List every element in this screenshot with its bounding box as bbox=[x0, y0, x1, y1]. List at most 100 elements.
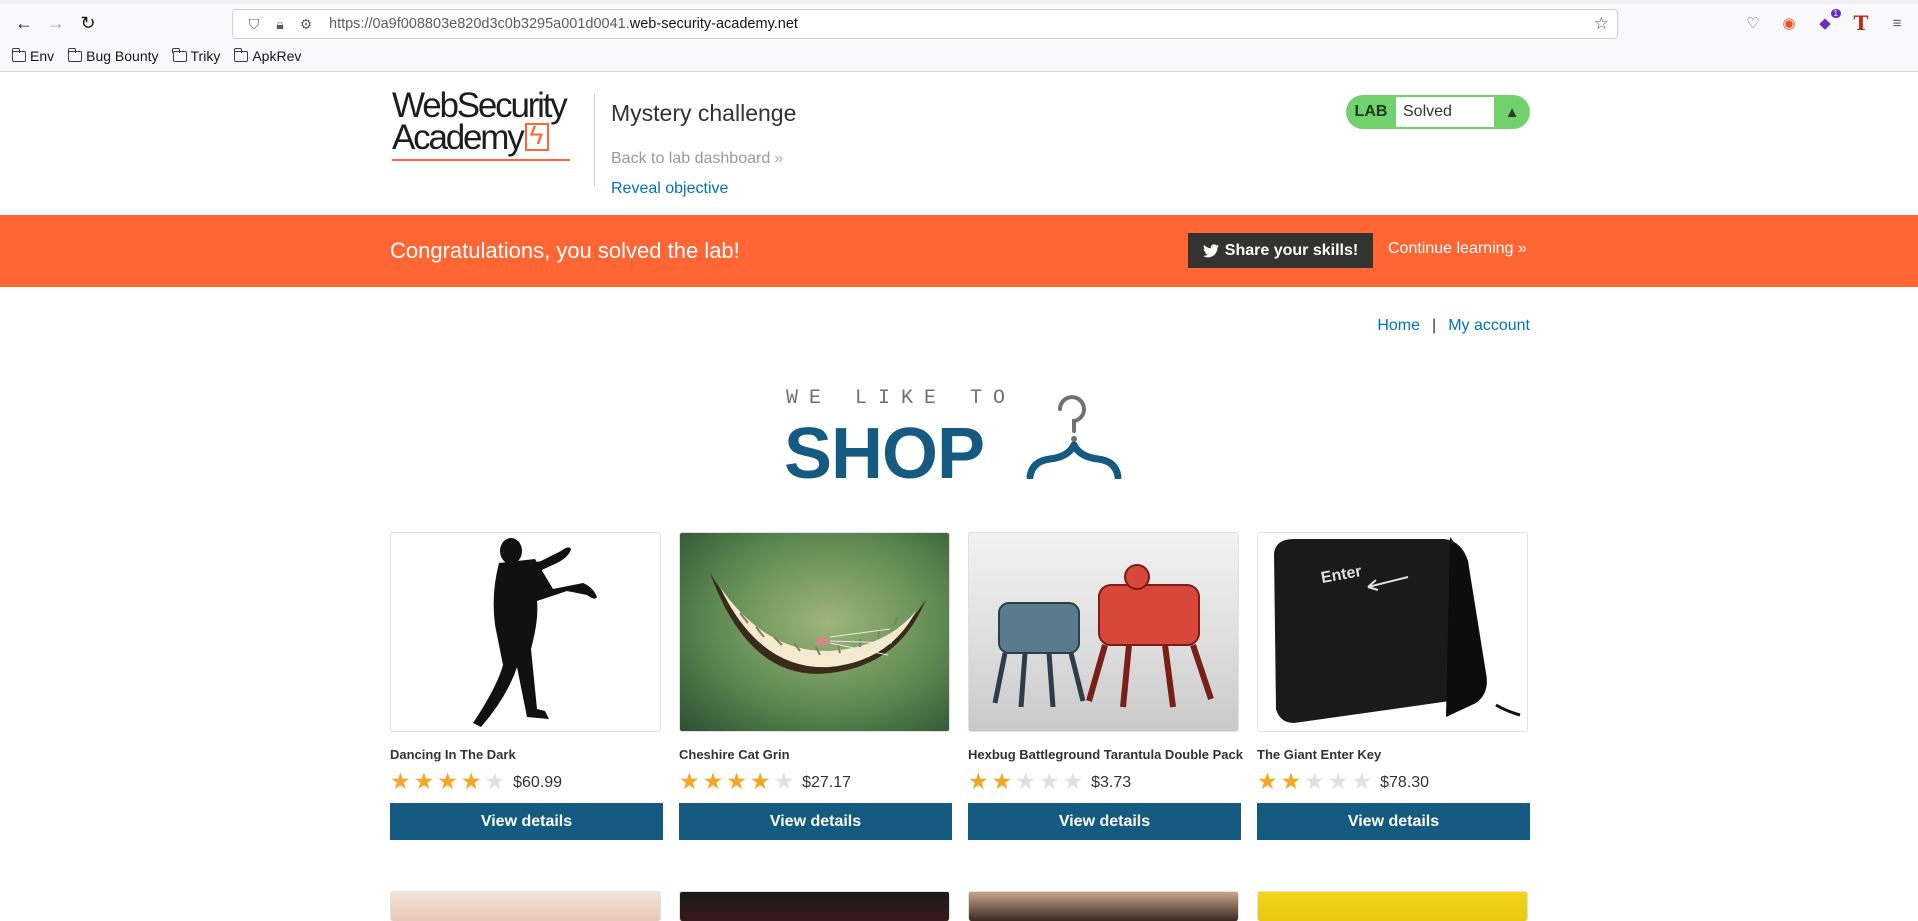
double-chevron-icon: » bbox=[774, 150, 784, 167]
continue-learning-link[interactable]: Continue learning » bbox=[1388, 240, 1527, 258]
bookmark-triky[interactable]: Triky bbox=[172, 48, 221, 64]
star-icon: ★ bbox=[749, 768, 771, 794]
foxyproxy-icon[interactable]: ◉ bbox=[1778, 12, 1800, 34]
back-to-dashboard-link[interactable]: Back to lab dashboard» bbox=[611, 150, 783, 168]
product-card: Hexbug Battleground Tarantula Double Pac… bbox=[968, 532, 1243, 840]
folder-icon bbox=[172, 48, 187, 62]
solved-banner: Congratulations, you solved the lab! Sha… bbox=[0, 215, 1918, 287]
bookmark-label: Triky bbox=[190, 48, 221, 64]
url-prefix: https://0a9f008803e820d3c0b3295a001d0041… bbox=[329, 16, 630, 32]
share-skills-label: Share your skills! bbox=[1224, 241, 1359, 259]
bookmark-label: Bug Bounty bbox=[86, 48, 159, 64]
flask-icon: ▲ bbox=[1504, 103, 1520, 121]
product-rating: ★ ★ ★ ★ ★ $3.73 bbox=[968, 769, 1241, 793]
double-chevron-icon: » bbox=[1517, 240, 1527, 257]
bookmark-star-icon[interactable]: ☆ bbox=[1594, 14, 1609, 34]
hexbug-robots-illustration bbox=[992, 564, 1214, 708]
product-card: Enter The Giant Enter Key ★ ★ ★ ★ ★ $78.30 V… bbox=[1257, 532, 1530, 840]
product-price: $3.73 bbox=[1091, 774, 1132, 791]
star-icon: ★ bbox=[460, 768, 482, 794]
cheshire-grin-illustration bbox=[710, 573, 926, 674]
star-icon: ★ bbox=[702, 768, 724, 794]
star-icon: ★ bbox=[1257, 768, 1278, 794]
product-price: $27.17 bbox=[802, 774, 852, 791]
extension-icon[interactable]: ◆ 1 bbox=[1814, 9, 1841, 34]
bookmark-bug-bounty[interactable]: Bug Bounty bbox=[67, 48, 159, 64]
star-icon: ★ bbox=[390, 768, 411, 794]
congratulations-message: Congratulations, you solved the lab! bbox=[390, 238, 740, 263]
star-empty-icon: ★ bbox=[1038, 768, 1060, 794]
star-icon: ★ bbox=[1280, 768, 1302, 794]
bookmark-label: Env bbox=[30, 48, 55, 64]
star-empty-icon: ★ bbox=[1015, 768, 1036, 794]
bookmarks-bar: Env Bug Bounty Triky ApkRev bbox=[0, 42, 1918, 70]
logo-line-2-text: Academy bbox=[392, 118, 525, 157]
product-image-giant-enter-key[interactable]: Enter bbox=[1257, 532, 1528, 732]
forward-arrow-icon[interactable]: → bbox=[40, 8, 72, 38]
view-details-button[interactable]: View details bbox=[1257, 803, 1530, 840]
continue-label: Continue learning bbox=[1388, 240, 1514, 257]
star-icon: ★ bbox=[679, 768, 700, 794]
twitter-icon bbox=[1202, 243, 1219, 257]
web-security-academy-logo[interactable]: WebSecurity Academy bbox=[392, 88, 592, 161]
lab-header: WebSecurity Academy Mystery challenge Ba… bbox=[0, 72, 1918, 215]
dancer-silhouette bbox=[473, 538, 597, 727]
shield-icon[interactable]: ⛉ bbox=[241, 13, 267, 35]
reload-icon[interactable]: ↻ bbox=[72, 8, 104, 38]
view-details-button[interactable]: View details bbox=[679, 803, 952, 840]
share-skills-button[interactable]: Share your skills! bbox=[1188, 233, 1373, 268]
address-bar[interactable]: ⛉ 🔒︎ ⚙ https://0a9f008803e820d3c0b3295a0… bbox=[232, 9, 1618, 39]
header-divider bbox=[594, 94, 595, 186]
product-name: Hexbug Battleground Tarantula Double Pac… bbox=[968, 747, 1243, 762]
product-price: $60.99 bbox=[513, 774, 563, 791]
browser-chrome: ← → ↻ ⛉ 🔒︎ ⚙ https://0a9f008803e820d3c0b… bbox=[0, 0, 1918, 72]
logo-underline bbox=[392, 159, 570, 161]
folder-icon bbox=[67, 48, 83, 62]
product-rating: ★ ★ ★ ★ ★ $60.99 bbox=[390, 769, 663, 793]
star-icon: ★ bbox=[726, 768, 747, 794]
hanger-icon bbox=[1026, 395, 1122, 479]
url-domain: web-security-academy.net bbox=[629, 16, 798, 32]
star-empty-icon: ★ bbox=[1351, 768, 1373, 794]
translate-extension-icon[interactable]: T bbox=[1850, 11, 1872, 35]
my-account-link[interactable]: My account bbox=[1448, 317, 1530, 335]
lab-title: Mystery challenge bbox=[611, 100, 797, 126]
view-details-button[interactable]: View details bbox=[968, 803, 1241, 840]
menu-icon[interactable]: ≡ bbox=[1886, 12, 1908, 34]
back-arrow-icon[interactable]: ← bbox=[8, 8, 40, 38]
view-details-button[interactable]: View details bbox=[390, 803, 663, 840]
star-empty-icon: ★ bbox=[1062, 768, 1084, 794]
product-image-dancer[interactable] bbox=[390, 532, 661, 732]
star-empty-icon: ★ bbox=[484, 768, 506, 794]
product-image-hexbug-tarantula[interactable] bbox=[968, 532, 1239, 732]
bookmark-env[interactable]: Env bbox=[11, 48, 55, 64]
permissions-icon[interactable]: ⚙ bbox=[293, 13, 319, 35]
product-image-cheshire-grin[interactable] bbox=[679, 532, 950, 732]
reveal-objective-link[interactable]: Reveal objective bbox=[611, 180, 728, 198]
enter-key-illustration: Enter bbox=[1274, 537, 1521, 723]
home-link[interactable]: Home bbox=[1377, 317, 1420, 335]
product-name: Cheshire Cat Grin bbox=[679, 747, 790, 762]
star-empty-icon: ★ bbox=[1304, 768, 1325, 794]
star-empty-icon: ★ bbox=[1327, 768, 1349, 794]
star-icon: ★ bbox=[413, 768, 435, 794]
product-card: Dancing In The Dark ★ ★ ★ ★ ★ $60.99 View de… bbox=[390, 532, 663, 840]
browser-toolbar: ← → ↻ ⛉ 🔒︎ ⚙ https://0a9f008803e820d3c0b… bbox=[0, 4, 1918, 42]
folder-icon bbox=[11, 48, 26, 62]
star-icon: ★ bbox=[968, 768, 989, 794]
pocket-icon[interactable]: ♡ bbox=[1742, 12, 1764, 34]
product-name: Dancing In The Dark bbox=[390, 747, 516, 762]
product-grid: Dancing In The Dark ★ ★ ★ ★ ★ $60.99 View de… bbox=[390, 532, 1531, 840]
logo-line-2: Academy bbox=[392, 119, 592, 155]
bookmark-apkrev[interactable]: ApkRev bbox=[233, 48, 301, 64]
folder-icon bbox=[233, 48, 249, 62]
product-name: The Giant Enter Key bbox=[1257, 747, 1382, 762]
back-link-label: Back to lab dashboard bbox=[611, 150, 771, 167]
nav-separator: | bbox=[1432, 317, 1437, 334]
logo-bolt-icon bbox=[524, 119, 549, 151]
hero-tagline: WE LIKE TO bbox=[786, 387, 1017, 410]
product-card: Cheshire Cat Grin ★ ★ ★ ★ ★ $27.17 View deta… bbox=[679, 532, 952, 840]
url-text[interactable]: https://0a9f008803e820d3c0b3295a001d0041… bbox=[329, 16, 798, 32]
product-rating: ★ ★ ★ ★ ★ $27.17 bbox=[679, 769, 952, 793]
lock-icon[interactable]: 🔒︎ bbox=[267, 13, 293, 35]
